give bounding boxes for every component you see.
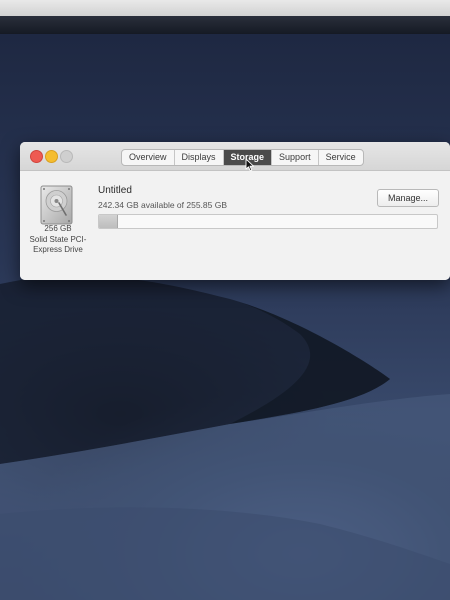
tab-displays[interactable]: Displays bbox=[175, 150, 224, 165]
minimize-button[interactable] bbox=[45, 150, 58, 163]
drive-capacity: 256 GB bbox=[44, 224, 72, 233]
screen-top-edge bbox=[0, 16, 450, 34]
volume-name: Untitled bbox=[98, 185, 132, 196]
screen: Overview Displays Storage Support Servic… bbox=[0, 0, 450, 600]
hard-drive-icon bbox=[40, 185, 73, 225]
mouse-pointer-icon bbox=[245, 158, 254, 172]
storage-panel: 256 GB Solid State PCI- Express Drive Un… bbox=[20, 171, 450, 280]
tab-bar: Overview Displays Storage Support Servic… bbox=[121, 149, 364, 166]
manage-button[interactable]: Manage... bbox=[377, 189, 439, 207]
drive-type-line1: Solid State PCI- bbox=[29, 234, 87, 244]
about-this-mac-window: Overview Displays Storage Support Servic… bbox=[20, 142, 450, 280]
volume-available: 242.34 GB available of 255.85 GB bbox=[98, 200, 228, 210]
close-button[interactable] bbox=[30, 150, 43, 163]
tab-service[interactable]: Service bbox=[319, 150, 363, 165]
tab-support[interactable]: Support bbox=[272, 150, 319, 165]
zoom-button bbox=[60, 150, 73, 163]
storage-usage-bar bbox=[98, 214, 438, 229]
window-titlebar: Overview Displays Storage Support Servic… bbox=[20, 142, 450, 171]
monitor-bezel bbox=[0, 0, 450, 16]
storage-used-segment bbox=[99, 215, 118, 228]
wallpaper-dune bbox=[0, 275, 450, 600]
drive-type-line2: Express Drive bbox=[33, 245, 83, 254]
tab-overview[interactable]: Overview bbox=[122, 150, 175, 165]
